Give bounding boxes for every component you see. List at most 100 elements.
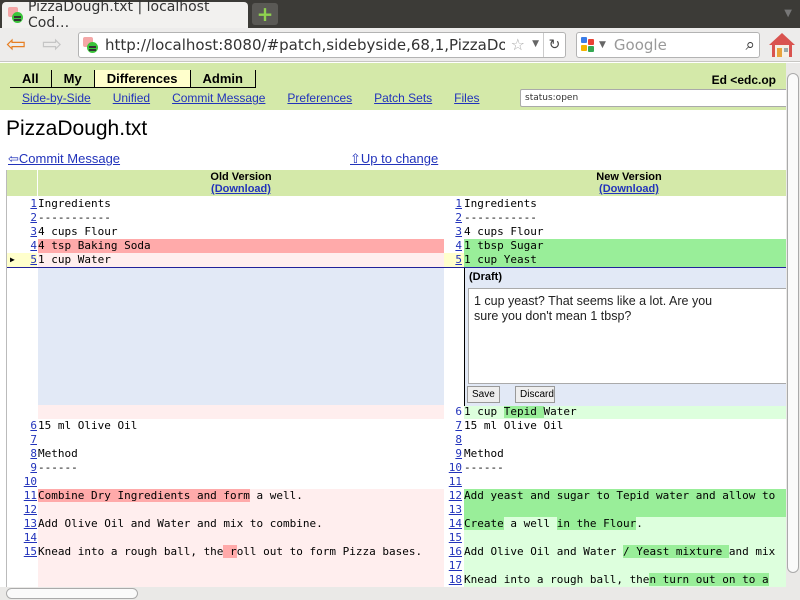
old-line-text bbox=[38, 559, 444, 573]
subnav-patch-sets[interactable]: Patch Sets bbox=[374, 91, 432, 105]
vertical-scroll-thumb[interactable] bbox=[787, 73, 799, 573]
save-button[interactable]: Save bbox=[467, 386, 500, 403]
new-line-number[interactable]: 6 bbox=[444, 405, 462, 419]
back-button[interactable]: ⇦ bbox=[6, 32, 26, 56]
changed-text: Add yeast and sugar to Tepid water and a… bbox=[464, 489, 776, 502]
url-text[interactable]: http://localhost:8080/#patch,sidebyside,… bbox=[105, 36, 505, 54]
left-gutter-header bbox=[7, 170, 37, 196]
new-line-number[interactable]: 4 bbox=[444, 239, 462, 253]
diff-row: 1 Ingredients 1 Ingredients bbox=[7, 197, 786, 211]
top-tab-admin[interactable]: Admin bbox=[191, 70, 256, 87]
browser-nav-bar: ⇦ ⇨ http://localhost:8080/#patch,sidebys… bbox=[0, 28, 800, 62]
engine-dropdown-icon[interactable]: ▼ bbox=[599, 40, 606, 50]
old-line-text: 4 cups Flour bbox=[38, 225, 118, 238]
old-line-number[interactable]: 15 bbox=[7, 545, 37, 559]
google-engine-icon[interactable] bbox=[581, 37, 595, 53]
new-line-number[interactable]: 7 bbox=[444, 419, 462, 433]
top-tab-differences[interactable]: Differences bbox=[94, 70, 191, 87]
new-line-number[interactable]: 14 bbox=[444, 517, 462, 531]
old-line-number[interactable]: 1 bbox=[7, 197, 37, 211]
old-line-number[interactable]: 13 bbox=[7, 517, 37, 531]
diff-row: 13 Add Olive Oil and Water and mix to com… bbox=[7, 517, 786, 531]
diff-row: 15 Knead into a rough ball, the roll out … bbox=[7, 545, 786, 559]
diff-row: 44 tsp Baking Soda 4 1 tbsp Sugar bbox=[7, 239, 786, 253]
old-line-text bbox=[38, 433, 444, 447]
new-line-text: 4 cups Flour bbox=[464, 225, 544, 238]
old-line-number[interactable]: 9 bbox=[7, 461, 37, 475]
old-line-number[interactable]: 3 bbox=[7, 225, 37, 239]
prev-commit-message-link[interactable]: ⇦Commit Message bbox=[8, 151, 120, 167]
comment-textarea[interactable]: 1 cup yeast? That seems like a lot. Are … bbox=[468, 288, 786, 384]
new-line-text: Method bbox=[464, 447, 504, 460]
changed-text: in the Flour bbox=[556, 517, 637, 530]
top-tab-my[interactable]: My bbox=[52, 70, 95, 87]
new-line-number[interactable]: 1 bbox=[444, 197, 462, 211]
old-download-link[interactable]: (Download) bbox=[38, 183, 444, 195]
new-line-number[interactable]: 8 bbox=[444, 433, 462, 447]
change-search-input[interactable]: status:open bbox=[520, 89, 786, 107]
subnav-unified[interactable]: Unified bbox=[113, 91, 150, 105]
reload-button[interactable]: ↻ bbox=[543, 33, 565, 57]
new-version-title: New Version bbox=[596, 171, 662, 183]
old-line-number[interactable]: 2 bbox=[7, 211, 37, 225]
new-line-number[interactable]: 3 bbox=[444, 225, 462, 239]
subnav-preferences[interactable]: Preferences bbox=[287, 91, 352, 105]
new-line-number[interactable]: 10 bbox=[444, 461, 462, 475]
diff-row: 18 Knead into a rough ball, then turn out… bbox=[7, 573, 786, 587]
vertical-scrollbar[interactable] bbox=[786, 63, 800, 587]
old-line-text bbox=[38, 405, 444, 419]
old-line-number[interactable]: 4 bbox=[7, 239, 37, 253]
home-button[interactable] bbox=[768, 31, 796, 59]
new-line-number[interactable]: 17 bbox=[444, 559, 462, 573]
new-line-number[interactable]: 16 bbox=[444, 545, 462, 559]
up-to-change-link[interactable]: ⇧Up to change bbox=[350, 151, 438, 167]
new-tab-button[interactable]: + bbox=[252, 2, 278, 26]
browser-tab[interactable]: PizzaDough.txt | localhost Cod… bbox=[2, 0, 248, 31]
old-line-text bbox=[38, 475, 444, 489]
changed-text: Create bbox=[464, 517, 504, 530]
subnav-files[interactable]: Files bbox=[454, 91, 479, 105]
new-line-number[interactable]: 11 bbox=[444, 475, 462, 489]
old-line-number[interactable]: 6 bbox=[7, 419, 37, 433]
new-line-number[interactable]: 15 bbox=[444, 531, 462, 545]
forward-button[interactable]: ⇨ bbox=[42, 32, 62, 56]
new-download-link[interactable]: (Download) bbox=[464, 183, 786, 195]
diff-row: 9 ------ 10 ------ bbox=[7, 461, 786, 475]
new-line-number[interactable]: 12 bbox=[444, 489, 462, 503]
top-tab-all[interactable]: All bbox=[10, 70, 52, 87]
horizontal-scroll-thumb[interactable] bbox=[6, 588, 138, 599]
page-content: All My Differences Admin Ed <edc.op Side-by… bbox=[0, 63, 786, 587]
discard-button[interactable]: Discard bbox=[515, 386, 555, 403]
old-line-number[interactable]: 10 bbox=[7, 475, 37, 489]
url-history-dropdown-icon[interactable]: ▼ bbox=[532, 39, 539, 49]
old-line-number[interactable]: 7 bbox=[7, 433, 37, 447]
subnav-commit-message[interactable]: Commit Message bbox=[172, 91, 265, 105]
new-line-number[interactable]: 13 bbox=[444, 503, 462, 517]
new-line-text: ----------- bbox=[464, 211, 537, 224]
subnav-side-by-side[interactable]: Side-by-Side bbox=[22, 91, 91, 105]
new-line-number[interactable]: 2 bbox=[444, 211, 462, 225]
tab-list-dropdown-icon[interactable]: ▼ bbox=[784, 8, 792, 19]
old-line-text: Ingredients bbox=[38, 197, 111, 210]
side-by-side-diff: Old Version (Download) New Version (Down… bbox=[6, 170, 786, 587]
changed-text: Tepid bbox=[503, 405, 544, 418]
horizontal-scrollbar[interactable] bbox=[0, 587, 800, 600]
magnifier-icon[interactable]: ⌕ bbox=[745, 35, 755, 55]
old-line-number[interactable]: 14 bbox=[7, 531, 37, 545]
search-engine-bar[interactable]: ▼ Google ⌕ bbox=[576, 32, 760, 58]
new-line-number[interactable]: 9 bbox=[444, 447, 462, 461]
old-line-number[interactable]: 12 bbox=[7, 503, 37, 517]
new-line-number[interactable]: 5 bbox=[444, 253, 462, 267]
text-segment: Knead into a rough ball, the bbox=[38, 545, 224, 558]
new-line-number[interactable]: 18 bbox=[444, 573, 462, 587]
old-line-number[interactable]: 11 bbox=[7, 489, 37, 503]
url-bar[interactable]: http://localhost:8080/#patch,sidebyside,… bbox=[78, 32, 566, 58]
old-line-number[interactable]: 8 bbox=[7, 447, 37, 461]
new-line-text bbox=[464, 433, 786, 447]
old-line-number[interactable]: 5 bbox=[7, 253, 37, 267]
user-account[interactable]: Ed <edc.op bbox=[712, 73, 776, 87]
bookmark-star-icon[interactable]: ☆ bbox=[511, 35, 525, 54]
new-line-text: Create a well in the Flour. bbox=[464, 517, 786, 531]
old-line-text: 15 ml Olive Oil bbox=[38, 419, 138, 432]
diff-sub-nav: Side-by-Side Unified Commit Message Prefere… bbox=[22, 91, 502, 105]
